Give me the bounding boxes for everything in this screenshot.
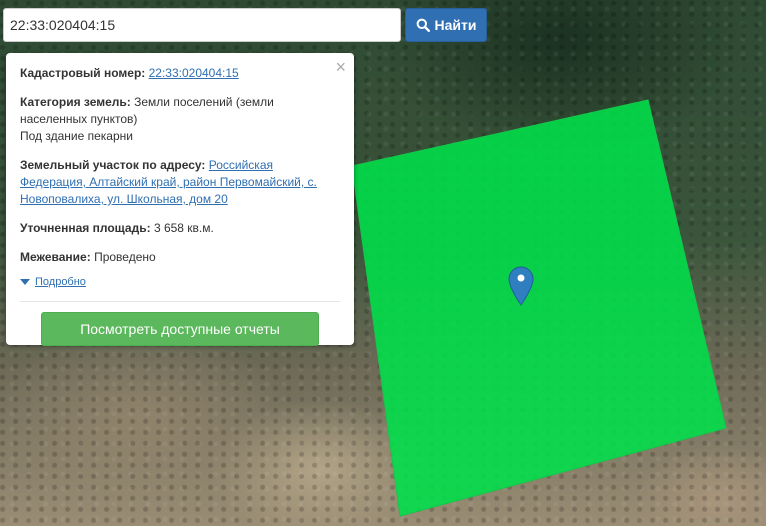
land-purpose: Под здание пекарни bbox=[20, 129, 133, 143]
cadastral-search-input[interactable] bbox=[3, 8, 401, 42]
search-button[interactable]: Найти bbox=[405, 8, 487, 42]
address-link-2[interactable]: Федерация, Алтайский край, район Первома… bbox=[20, 175, 317, 189]
parcel-shape[interactable] bbox=[351, 99, 727, 517]
cadastral-number-label: Кадастровый номер: bbox=[20, 66, 146, 80]
parcel-info-popup: × Кадастровый номер: 22:33:020404:15 Кат… bbox=[6, 53, 354, 346]
area-label: Уточненная площадь: bbox=[20, 221, 151, 235]
address-link-1[interactable]: Российская bbox=[209, 158, 273, 172]
view-reports-button[interactable]: Посмотреть доступные отчеты bbox=[41, 312, 319, 346]
map-marker-icon[interactable] bbox=[508, 266, 534, 306]
details-toggle[interactable]: Подробно bbox=[20, 276, 340, 288]
caret-down-icon bbox=[20, 279, 30, 285]
land-category-value-2: населенных пунктов) bbox=[20, 112, 138, 126]
details-link[interactable]: Подробно bbox=[35, 276, 86, 288]
search-icon bbox=[416, 18, 430, 32]
survey-row: Межевание: Проведено bbox=[20, 249, 340, 266]
cadastral-number-link[interactable]: 22:33:020404:15 bbox=[149, 66, 239, 80]
popup-divider bbox=[20, 301, 340, 302]
land-category-row: Категория земель: Земли поселений (земли… bbox=[20, 94, 340, 145]
address-row: Земельный участок по адресу: Российская … bbox=[20, 157, 340, 208]
area-row: Уточненная площадь: 3 658 кв.м. bbox=[20, 220, 340, 237]
land-category-value-1: Земли поселений (земли bbox=[134, 95, 274, 109]
address-link-3[interactable]: Новоповалиха, ул. Школьная, дом 20 bbox=[20, 192, 228, 206]
cadastral-number-row: Кадастровый номер: 22:33:020404:15 bbox=[20, 65, 340, 82]
survey-value: Проведено bbox=[94, 250, 156, 264]
search-button-label: Найти bbox=[434, 17, 477, 33]
survey-label: Межевание: bbox=[20, 250, 91, 264]
address-label: Земельный участок по адресу: bbox=[20, 158, 206, 172]
close-icon[interactable]: × bbox=[335, 58, 346, 76]
area-value: 3 658 кв.м. bbox=[153, 221, 214, 235]
land-category-label: Категория земель: bbox=[20, 95, 131, 109]
